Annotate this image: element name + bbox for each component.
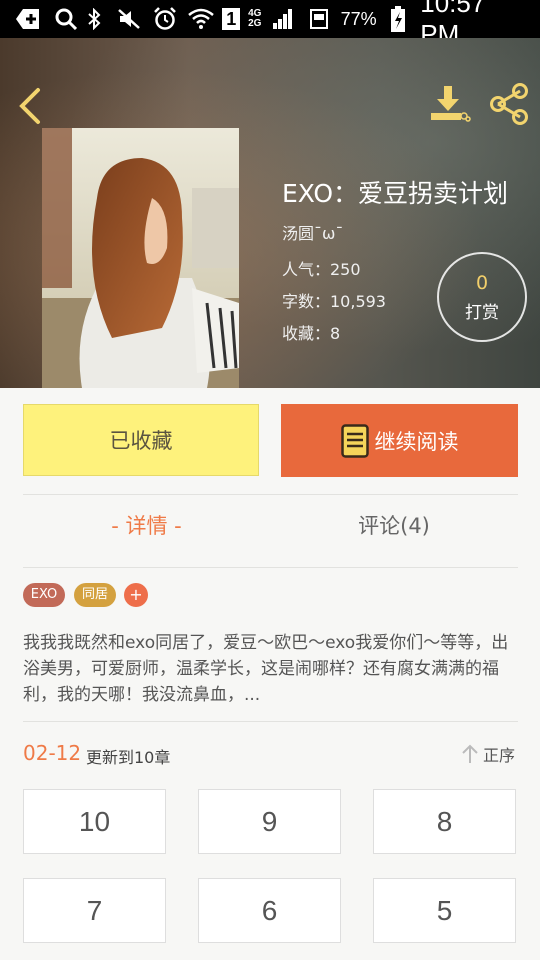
tab-comments[interactable]: 评论(4): [270, 510, 518, 540]
mute-icon: [116, 7, 144, 31]
favorited-button[interactable]: 已收藏: [23, 404, 259, 476]
word-count-stat: 字数：10,593: [282, 292, 386, 311]
chapter-button[interactable]: 9: [198, 789, 341, 854]
book-author[interactable]: 汤圆¯ω¯: [282, 220, 343, 244]
favorites-stat: 收藏：8: [282, 324, 341, 343]
wifi-icon: [187, 7, 215, 31]
chapter-button[interactable]: 7: [23, 878, 166, 943]
download-button[interactable]: [428, 84, 472, 124]
chevron-left-icon: [19, 88, 40, 124]
chapter-button[interactable]: 8: [373, 789, 516, 854]
signal-icon: [269, 7, 297, 31]
battery-charging-icon: [385, 6, 413, 32]
storage-icon: [305, 7, 333, 31]
popularity-stat: 人气：250: [282, 260, 361, 279]
update-text: 更新到10章: [86, 748, 171, 767]
tip-button[interactable]: 0 打赏: [437, 252, 527, 342]
book-icon: [340, 423, 369, 458]
divider: [23, 494, 518, 495]
sim-indicator: 1: [222, 8, 241, 30]
share-button[interactable]: [488, 82, 532, 126]
chapter-button[interactable]: 6: [198, 878, 341, 943]
book-summary[interactable]: 我我我既然和exo同居了，爱豆～欧巴～exo我爱你们～等等，出浴美男，可爱厨师，…: [23, 630, 518, 708]
book-title: EXO：爱豆拐卖计划: [282, 179, 509, 208]
add-notification-icon: [14, 7, 42, 31]
sort-order-label: 正序: [483, 746, 516, 765]
sort-order-button[interactable]: 正序: [460, 742, 515, 766]
network-type: 4G 2G: [248, 8, 262, 29]
favorited-label: 已收藏: [109, 429, 173, 453]
back-button[interactable]: [14, 86, 46, 126]
tab-detail[interactable]: - 详情 -: [23, 510, 270, 540]
divider: [23, 721, 518, 722]
update-date: 02-12: [23, 741, 82, 765]
alarm-icon: [151, 7, 179, 31]
add-tag-button[interactable]: +: [124, 583, 148, 607]
divider: [23, 567, 518, 568]
search-icon: [52, 7, 80, 31]
download-icon: [431, 86, 471, 122]
battery-percent: 77%: [340, 8, 377, 29]
chapter-button[interactable]: 10: [23, 789, 166, 854]
arrow-up-icon: [462, 744, 478, 763]
status-bar: 1 4G 2G 77% 10:57 PM: [0, 0, 540, 49]
book-header: EXO：爱豆拐卖计划 汤圆¯ω¯ 人气：250 字数：10,593 收藏：8 0…: [0, 38, 540, 388]
chapter-button[interactable]: 5: [373, 878, 516, 943]
share-icon: [490, 83, 528, 125]
tag-exo[interactable]: EXO: [23, 583, 65, 607]
tag-cohabitation[interactable]: 同居: [74, 583, 116, 607]
tip-label: 打赏: [465, 303, 499, 323]
book-cover: [42, 128, 239, 388]
tip-count: 0: [475, 272, 489, 294]
bluetooth-icon: [80, 7, 108, 31]
continue-reading-button[interactable]: 继续阅读: [281, 404, 518, 477]
continue-reading-label: 继续阅读: [374, 429, 459, 454]
